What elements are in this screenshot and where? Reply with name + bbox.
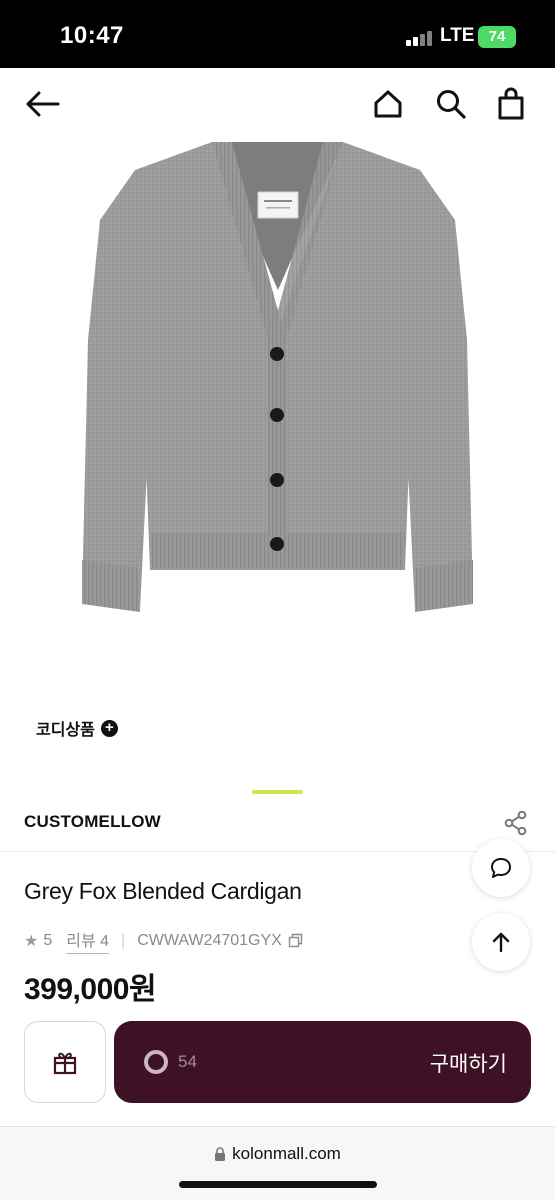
star-icon: ★	[24, 932, 39, 950]
wish-ring-icon	[144, 1050, 168, 1074]
product-price: 399,000원	[24, 973, 157, 1006]
scroll-top-button[interactable]	[472, 913, 530, 971]
divider	[0, 851, 555, 852]
signal-icon	[406, 30, 434, 46]
share-icon	[504, 810, 527, 836]
product-meta: ★ 5 리뷰 4 | CWWAW24701GYX	[24, 927, 303, 954]
status-bar: 10:47 LTE 74	[0, 0, 555, 68]
coordination-products-link[interactable]: 코디상품 +	[36, 716, 118, 740]
battery-icon: 74	[478, 26, 516, 48]
search-button[interactable]	[431, 84, 471, 124]
share-button[interactable]	[503, 810, 529, 836]
brand-name[interactable]: CUSTOMELLOW	[24, 812, 161, 832]
chat-button[interactable]	[472, 839, 530, 897]
status-time: 10:47	[60, 22, 124, 49]
rating-value: 5	[43, 931, 53, 949]
back-arrow-icon	[26, 91, 60, 117]
top-navigation	[0, 68, 555, 140]
gift-icon	[53, 1052, 77, 1075]
home-button[interactable]	[368, 84, 408, 124]
buy-button[interactable]: 54 구매하기	[114, 1021, 531, 1103]
home-indicator[interactable]	[179, 1181, 377, 1188]
product-title: Grey Fox Blended Cardigan	[24, 878, 302, 904]
gift-button[interactable]	[24, 1021, 106, 1103]
search-icon	[437, 90, 466, 119]
coordination-label: 코디상품	[36, 722, 95, 739]
browser-address-bar[interactable]: kolonmall.com	[0, 1126, 555, 1200]
chat-bubble-icon	[491, 858, 511, 878]
product-code: CWWAW24701GYX	[137, 931, 282, 949]
copy-icon[interactable]	[288, 933, 303, 948]
url-display[interactable]: kolonmall.com	[0, 1144, 555, 1164]
wish-count: 54	[178, 1052, 197, 1071]
url-text: kolonmall.com	[232, 1144, 341, 1163]
product-image[interactable]	[0, 140, 555, 680]
shopping-bag-icon	[498, 87, 524, 120]
cart-button[interactable]	[491, 84, 531, 124]
back-button[interactable]	[22, 84, 62, 124]
lock-icon	[215, 1147, 226, 1161]
home-icon	[374, 90, 402, 118]
review-link[interactable]: 리뷰 4	[66, 927, 110, 954]
image-page-indicator	[252, 790, 303, 794]
separator: |	[121, 931, 126, 949]
network-type: LTE	[440, 25, 475, 46]
plus-circle-icon: +	[100, 719, 118, 737]
cardigan-image	[82, 142, 473, 612]
buy-label: 구매하기	[429, 1053, 507, 1076]
arrow-up-icon	[492, 932, 510, 953]
